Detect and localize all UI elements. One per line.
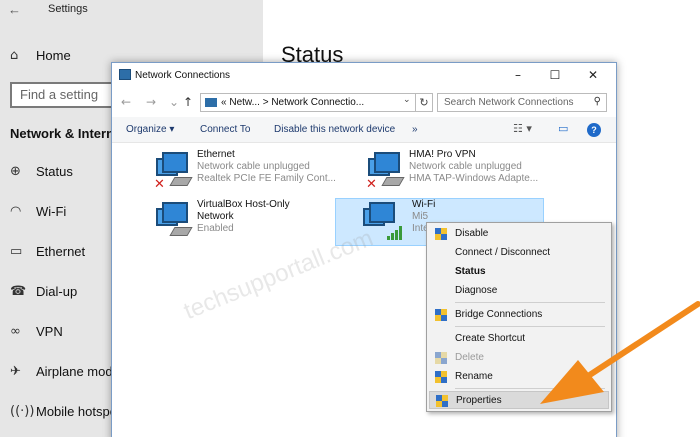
adapter-status: Network <box>197 211 234 222</box>
address-separator: « <box>221 97 227 108</box>
search-placeholder: Search Network Connections <box>444 97 574 108</box>
disable-device-button[interactable]: Disable this network device <box>274 124 395 135</box>
control-panel-icon <box>205 97 217 107</box>
arrow-shaft <box>579 301 700 383</box>
adapter-device: Enabled <box>197 223 234 234</box>
sidebar-item-hotspot[interactable]: ((·)) Mobile hotspot <box>10 404 121 419</box>
sidebar-item-wifi[interactable]: ◠ Wi-Fi <box>10 204 66 219</box>
address-dropdown-icon[interactable]: ⌄ <box>403 95 411 105</box>
sidebar-item-home[interactable]: ⌂ Home <box>10 48 71 63</box>
network-adapter-icon <box>156 202 193 242</box>
uac-shield-icon <box>435 371 447 383</box>
menu-item-label: Properties <box>456 395 502 406</box>
uac-shield-icon <box>435 352 447 364</box>
connect-to-button[interactable]: Connect To <box>200 124 250 135</box>
disconnected-x-icon: ✕ <box>154 177 165 192</box>
adapter-device: HMA TAP-Windows Adapte... <box>409 173 539 184</box>
adapter-hma-vpn[interactable]: ✕ HMA! Pro VPN Network cable unplugged H… <box>364 149 564 197</box>
search-icon: ⚲ <box>593 96 601 107</box>
address-row: ← → ⌄ ↑ « Netw... > Network Connectio...… <box>112 91 616 115</box>
hotspot-icon: ((·)) <box>10 404 35 419</box>
adapter-status: Network cable unplugged <box>197 161 310 172</box>
sidebar-item-label: Dial-up <box>36 284 78 299</box>
arrow-head <box>540 360 604 404</box>
adapter-virtualbox[interactable]: VirtualBox Host-Only Network Enabled <box>152 199 352 247</box>
adapter-device: Realtek PCIe FE Family Cont... <box>197 173 336 184</box>
refresh-icon[interactable]: ↻ <box>415 93 433 112</box>
disconnected-x-icon: ✕ <box>366 177 377 192</box>
sidebar-item-dialup[interactable]: ☎ Dial-up <box>10 284 77 299</box>
network-folder-icon <box>119 69 131 80</box>
adapter-status: Network cable unplugged <box>409 161 522 172</box>
network-adapter-icon: ✕ <box>366 152 405 192</box>
window-title: Network Connections <box>135 70 231 81</box>
section-heading: Network & Internet <box>10 126 126 141</box>
address-bar[interactable]: « Netw... > Network Connectio... <box>200 93 430 112</box>
forward-icon[interactable]: → <box>146 95 156 109</box>
preview-pane-icon[interactable]: ▭ <box>558 122 568 135</box>
uac-shield-icon <box>436 395 448 407</box>
sidebar-item-ethernet[interactable]: ▭ Ethernet <box>10 244 85 259</box>
command-bar: Organize ▾ Connect To Disable this netwo… <box>112 117 616 143</box>
sidebar-item-label: Home <box>36 48 71 63</box>
minimize-button[interactable]: – <box>503 66 533 84</box>
recent-dropdown-icon[interactable]: ⌄ <box>169 95 179 109</box>
menu-item-label: Rename <box>455 371 493 382</box>
globe-icon: ⊕ <box>10 164 21 179</box>
menu-item-label: Diagnose <box>455 285 498 296</box>
orange-arrow-annotation <box>540 301 700 404</box>
ethernet-icon: ▭ <box>10 244 23 259</box>
search-input[interactable]: Search Network Connections ⚲ <box>437 93 607 112</box>
menu-item-diagnose[interactable]: Diagnose <box>429 282 609 300</box>
settings-title: Settings <box>48 3 88 15</box>
menu-item-connect-disconnect[interactable]: Connect / Disconnect <box>429 244 609 262</box>
back-icon[interactable]: ← <box>121 95 131 109</box>
menu-item-label: Connect / Disconnect <box>455 247 551 258</box>
sidebar-item-label: Wi-Fi <box>36 204 67 219</box>
adapter-ethernet[interactable]: ✕ Ethernet Network cable unplugged Realt… <box>152 149 352 197</box>
sidebar-item-label: Ethernet <box>36 244 86 259</box>
menu-item-label: Status <box>455 266 486 277</box>
menu-item-label: Create Shortcut <box>455 333 526 344</box>
close-button[interactable]: ✕ <box>578 66 608 84</box>
airplane-icon: ✈ <box>10 364 21 379</box>
sidebar-item-airplane[interactable]: ✈ Airplane mode <box>10 364 120 379</box>
sidebar-item-vpn[interactable]: ∞ VPN <box>10 324 63 339</box>
back-arrow-icon[interactable]: ← <box>8 2 21 17</box>
dialup-icon: ☎ <box>10 284 27 299</box>
title-bar[interactable]: Network Connections – ☐ ✕ <box>112 63 616 89</box>
breadcrumb-arrow: > <box>262 97 269 108</box>
adapter-name: Ethernet <box>197 149 235 160</box>
vpn-icon: ∞ <box>10 324 21 339</box>
breadcrumb-network[interactable]: Netw... <box>229 97 260 108</box>
signal-bars-icon <box>387 226 403 240</box>
menu-item-status[interactable]: Status <box>429 263 609 281</box>
home-icon: ⌂ <box>10 48 19 63</box>
up-icon[interactable]: ↑ <box>183 95 193 109</box>
menu-item-disable[interactable]: Disable <box>429 225 609 243</box>
menu-item-label: Delete <box>455 352 484 363</box>
view-options-icon[interactable]: ☷ ▾ <box>513 122 532 135</box>
sidebar-item-label: Airplane mode <box>36 364 120 379</box>
organize-menu[interactable]: Organize ▾ <box>126 124 174 135</box>
network-adapter-icon: ✕ <box>154 152 193 192</box>
sidebar-item-status[interactable]: ⊕ Status <box>10 164 73 179</box>
adapter-name: Wi-Fi <box>412 199 436 210</box>
sidebar-item-label: VPN <box>36 324 63 339</box>
more-commands-button[interactable]: » <box>412 124 418 135</box>
wifi-icon: ◠ <box>10 204 22 219</box>
sidebar-item-label: Mobile hotspot <box>36 404 121 419</box>
uac-shield-icon <box>435 228 447 240</box>
adapter-name: VirtualBox Host-Only <box>197 199 290 210</box>
sidebar-item-label: Status <box>36 164 73 179</box>
help-icon[interactable]: ? <box>587 123 601 137</box>
maximize-button[interactable]: ☐ <box>540 66 570 84</box>
menu-item-label: Disable <box>455 228 489 239</box>
adapter-name: HMA! Pro VPN <box>409 149 476 160</box>
uac-shield-icon <box>435 309 447 321</box>
breadcrumb-network-connections[interactable]: Network Connectio... <box>271 97 364 108</box>
